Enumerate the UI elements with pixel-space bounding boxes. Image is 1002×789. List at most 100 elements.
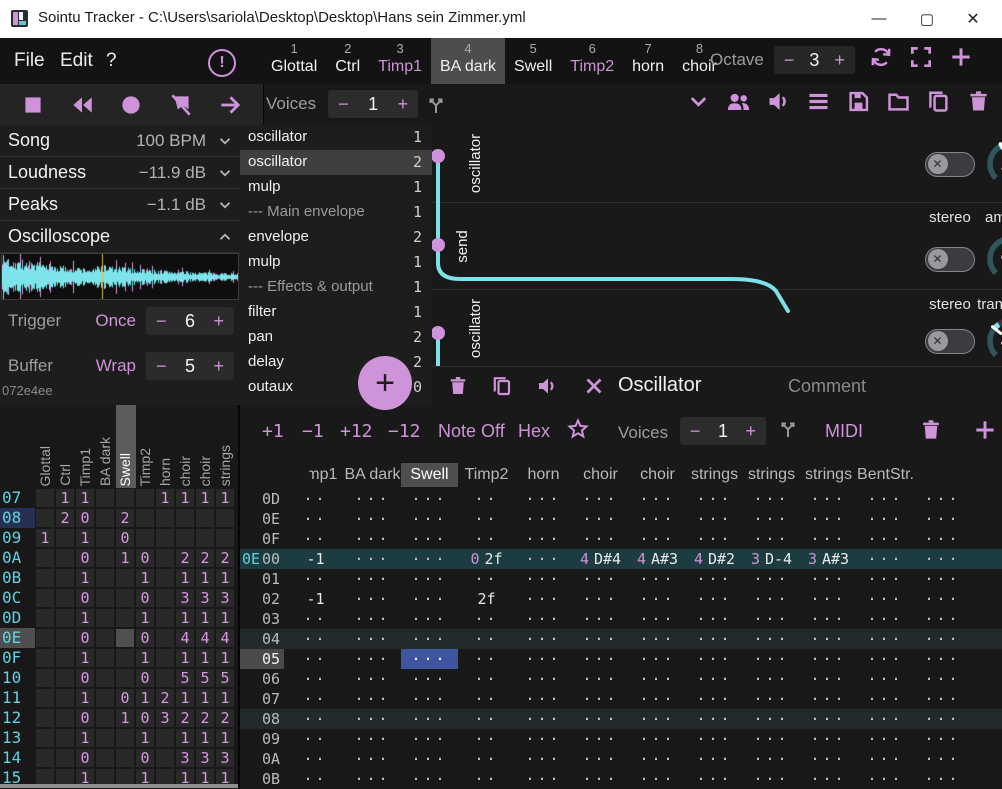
track-row-number[interactable]: 02 [262, 590, 280, 608]
track-cell[interactable]: ··· [344, 569, 401, 589]
amount-knob[interactable]: 96 [984, 233, 1002, 285]
track-header-strings[interactable]: strings [686, 463, 743, 487]
octave-minus-button[interactable]: − [774, 50, 805, 71]
collapse-icon[interactable] [685, 88, 712, 115]
track-cell[interactable]: ··· [401, 529, 458, 549]
order-cell[interactable] [176, 509, 194, 527]
unit-list-item-filter[interactable]: filter1 [240, 300, 432, 325]
order-cell[interactable] [156, 589, 174, 607]
track-cell[interactable]: ··· [857, 549, 914, 569]
track-header-ba-dark[interactable]: BA dark [344, 463, 401, 487]
track-cell[interactable]: ··· [515, 709, 572, 729]
unit-list-item--effects-output[interactable]: --- Effects & output1 [240, 275, 432, 300]
track-cell[interactable]: ··· [572, 709, 629, 729]
order-cell[interactable]: 1 [56, 489, 74, 507]
track-cell[interactable]: ··· [686, 749, 743, 769]
order-cell[interactable]: 1 [196, 649, 214, 667]
delete-track-icon[interactable] [918, 417, 944, 443]
order-cell[interactable] [96, 569, 114, 587]
track-row-number[interactable]: 0B [262, 770, 280, 788]
order-cell[interactable] [56, 529, 74, 547]
transpose-plus1-button[interactable]: +1 [262, 421, 284, 442]
track-cell[interactable]: ··· [914, 609, 971, 629]
track-cell[interactable]: ··· [914, 569, 971, 589]
unit-toggle[interactable]: ✕ [925, 152, 975, 177]
track-cell[interactable]: ··· [743, 569, 800, 589]
close-button[interactable]: ✕ [950, 0, 996, 37]
track-cell[interactable]: ··· [857, 649, 914, 669]
track-cell[interactable]: ··· [515, 669, 572, 689]
track-cell[interactable]: ··· [629, 689, 686, 709]
track-cell[interactable]: ··· [572, 669, 629, 689]
track-cell[interactable]: ·· [287, 669, 344, 689]
order-cell[interactable]: 3 [216, 749, 234, 767]
order-row-number[interactable]: 14 [2, 748, 34, 767]
order-cell[interactable]: 5 [196, 669, 214, 687]
voices-plus-button[interactable]: + [388, 94, 419, 115]
delete-unit-icon[interactable] [446, 374, 470, 398]
track-cell[interactable]: ·· [287, 649, 344, 669]
track-cell[interactable]: ··· [515, 529, 572, 549]
track-cell[interactable]: ··· [686, 669, 743, 689]
instrument-tab-timp2[interactable]: 6Timp2 [561, 38, 623, 87]
order-cell[interactable] [116, 569, 134, 587]
stereo-toggle[interactable]: ✕ [925, 329, 975, 354]
order-row-number[interactable]: 0C [2, 588, 34, 607]
order-cell[interactable]: 1 [216, 609, 234, 627]
order-cell[interactable]: 1 [176, 609, 194, 627]
order-track-header-timp1[interactable]: Timp1 [76, 405, 96, 488]
order-row-number[interactable]: 0F [2, 648, 34, 667]
order-cell[interactable]: 1 [176, 649, 194, 667]
order-cell[interactable] [176, 529, 194, 547]
track-cell[interactable]: ··· [401, 729, 458, 749]
track-cell[interactable]: ··· [686, 589, 743, 609]
order-cell[interactable]: 2 [216, 709, 234, 727]
track-cell[interactable]: ··· [515, 769, 572, 789]
order-cell[interactable]: 0 [116, 689, 134, 707]
buffer-minus-button[interactable]: − [146, 356, 177, 377]
track-cell[interactable]: ··· [686, 729, 743, 749]
track-cell[interactable]: -1 [287, 589, 344, 609]
order-cell[interactable] [56, 609, 74, 627]
track-cell[interactable]: ··· [629, 529, 686, 549]
track-cell[interactable]: ··· [401, 509, 458, 529]
track-cell[interactable]: ··· [743, 489, 800, 509]
order-cell[interactable] [96, 549, 114, 567]
track-cell[interactable]: ··· [857, 529, 914, 549]
track-cell[interactable]: ··· [629, 569, 686, 589]
track-cell[interactable]: ··· [515, 569, 572, 589]
order-cell[interactable]: 3 [216, 589, 234, 607]
track-cell[interactable]: ··· [857, 609, 914, 629]
song-panel-row-peaks[interactable]: Peaks−1.1 dB [0, 189, 240, 221]
order-cell[interactable]: 3 [196, 749, 214, 767]
order-cell[interactable]: 0 [76, 709, 94, 727]
track-cell[interactable]: ·· [287, 569, 344, 589]
order-cell[interactable]: 1 [196, 689, 214, 707]
track-cell[interactable]: ··· [572, 589, 629, 609]
track-cell[interactable]: ··· [401, 629, 458, 649]
order-cell[interactable] [156, 549, 174, 567]
order-row-number[interactable]: 11 [2, 688, 34, 707]
track-cell[interactable]: ··· [401, 649, 458, 669]
track-cell[interactable]: ·· [458, 489, 515, 509]
track-cell[interactable]: ··· [743, 529, 800, 549]
track-cell[interactable]: ··· [572, 749, 629, 769]
trash-icon[interactable] [965, 88, 992, 115]
order-cell[interactable]: 5 [176, 669, 194, 687]
track-cell[interactable]: ··· [914, 729, 971, 749]
order-cell[interactable] [56, 749, 74, 767]
menu-help[interactable]: ? [106, 50, 117, 72]
order-cell[interactable] [116, 749, 134, 767]
maximize-button[interactable]: ▢ [904, 0, 950, 37]
order-cell[interactable] [96, 709, 114, 727]
order-cell[interactable]: 0 [136, 589, 154, 607]
track-cell[interactable]: ··· [515, 689, 572, 709]
instrument-tab-timp1[interactable]: 3Timp1 [369, 38, 431, 87]
track-cell[interactable]: ··· [914, 749, 971, 769]
fullscreen-icon[interactable] [908, 44, 934, 70]
order-cell[interactable] [116, 649, 134, 667]
order-cell[interactable]: 0 [76, 589, 94, 607]
track-cell[interactable]: 2f [458, 589, 515, 609]
order-track-header-timp2[interactable]: Timp2 [136, 405, 156, 488]
instrument-tab-horn[interactable]: 7horn [623, 38, 673, 87]
